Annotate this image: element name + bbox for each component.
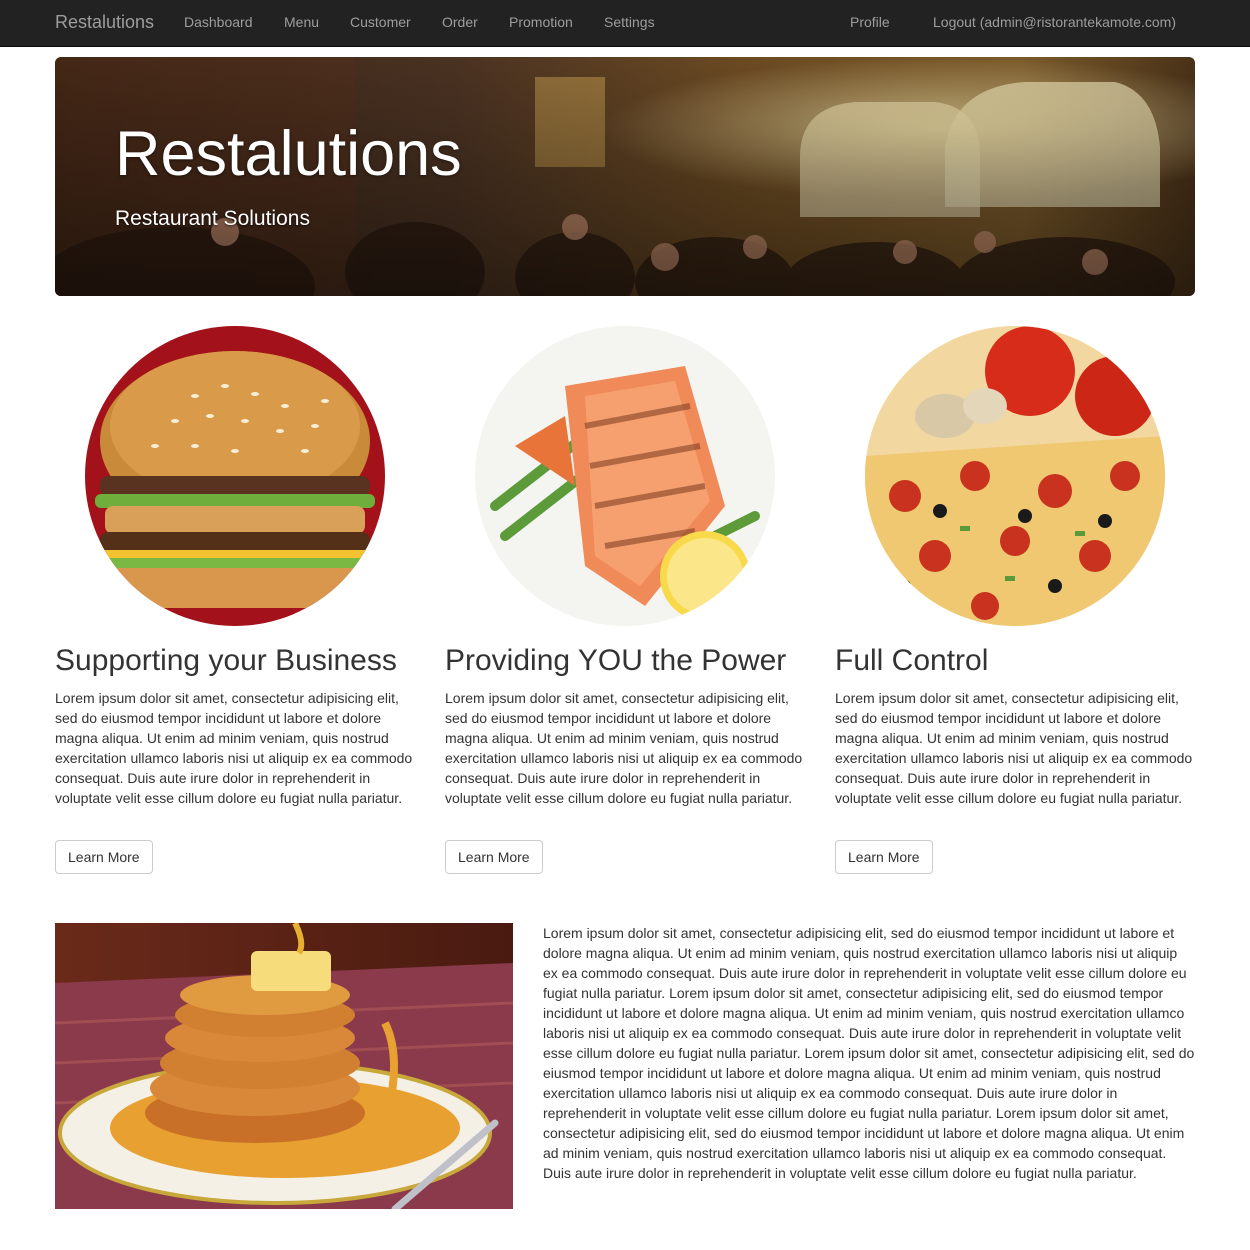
feature-text: Lorem ipsum dolor sit amet, consectetur … [55,690,413,806]
hero-banner: Restalutions Restaurant Solutions [55,57,1195,296]
learn-more-button[interactable]: Learn More [445,840,543,874]
nav-customer[interactable]: Customer [350,14,411,30]
hero-title: Restalutions [115,119,462,189]
learn-more-button[interactable]: Learn More [55,840,153,874]
feature-text: Lorem ipsum dolor sit amet, consectetur … [445,690,803,806]
hero-subtitle: Restaurant Solutions [115,207,310,230]
nav-order[interactable]: Order [442,14,478,30]
salmon-photo [475,326,775,626]
brand-link[interactable]: Restalutions [55,12,154,33]
nav-dashboard[interactable]: Dashboard [184,14,253,30]
learn-more-button[interactable]: Learn More [835,840,933,874]
feature-text: Lorem ipsum dolor sit amet, consectetur … [835,690,1193,806]
feature-heading: Providing YOU the Power [445,644,787,677]
nav-promotion[interactable]: Promotion [509,14,573,30]
nav-profile[interactable]: Profile [850,14,890,30]
pancakes-photo [55,923,513,1209]
pizza-photo [865,326,1165,626]
nav-menu[interactable]: Menu [284,14,319,30]
burger-photo [85,326,385,626]
feature-heading: Full Control [835,644,989,677]
bottom-paragraph: Lorem ipsum dolor sit amet, consectetur … [543,925,1195,1181]
top-navbar: Restalutions Dashboard Menu Customer Ord… [0,0,1250,47]
nav-logout[interactable]: Logout (admin@ristorantekamote.com) [933,14,1176,30]
nav-settings[interactable]: Settings [604,14,655,30]
feature-heading: Supporting your Business [55,644,397,677]
